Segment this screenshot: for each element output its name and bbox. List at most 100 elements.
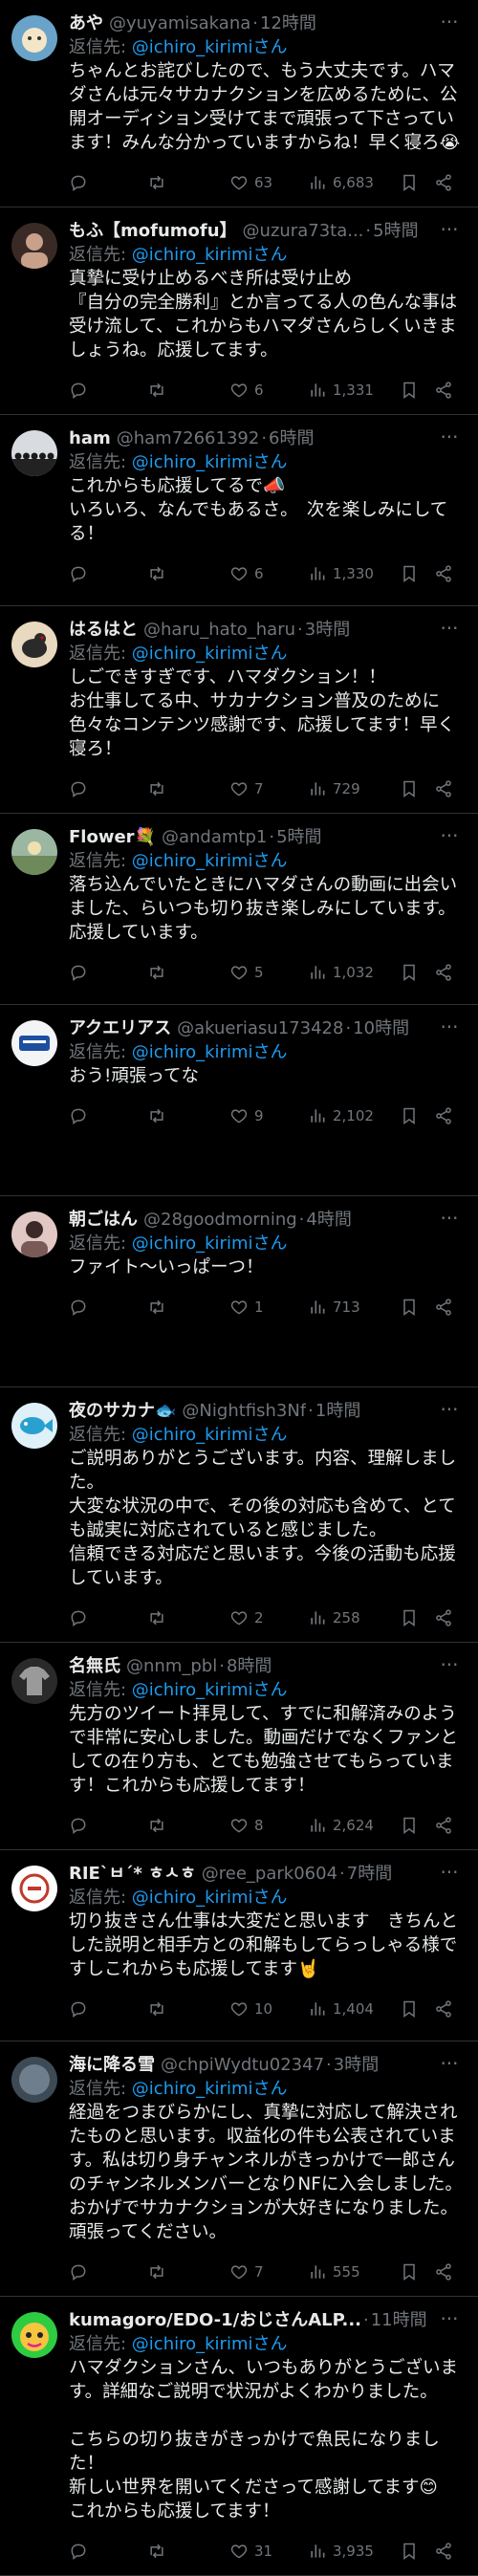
bookmark-button[interactable]	[400, 1816, 434, 1835]
mention-link[interactable]: @ichiro_kirimiさん	[132, 2334, 288, 2354]
avatar[interactable]	[11, 2312, 57, 2358]
like-button[interactable]: 8	[229, 1816, 308, 1835]
repost-button[interactable]	[147, 2262, 229, 2281]
reply-post[interactable]: kumagoro/EDO-1/おじさんALP... · 11時間 ··· 返信先…	[0, 2297, 478, 2576]
avatar[interactable]	[11, 829, 57, 875]
reply-post[interactable]: ham @ham72661392 · 6時間 ··· 返信先: @ichiro_…	[0, 415, 478, 606]
avatar[interactable]	[11, 1212, 57, 1257]
mention-link[interactable]: @ichiro_kirimiさん	[132, 245, 288, 265]
reply-button[interactable]	[69, 963, 147, 982]
avatar[interactable]	[11, 1403, 57, 1449]
mention-link[interactable]: @ichiro_kirimiさん	[132, 37, 288, 57]
views-button[interactable]: 713	[308, 1298, 400, 1317]
like-button[interactable]: 2	[229, 1608, 308, 1627]
mention-link[interactable]: @ichiro_kirimiさん	[132, 1888, 288, 1908]
user-handle[interactable]: @akueriasu173428	[177, 1017, 343, 1040]
share-button[interactable]	[434, 2262, 461, 2281]
share-button[interactable]	[434, 173, 461, 192]
share-button[interactable]	[434, 963, 461, 982]
display-name[interactable]: はるはと	[69, 619, 138, 642]
display-name[interactable]: kumagoro/EDO-1/おじさんALP...	[69, 2309, 361, 2332]
mention-link[interactable]: @ichiro_kirimiさん	[132, 452, 288, 472]
reply-button[interactable]	[69, 2542, 147, 2561]
post-time[interactable]: 12時間	[260, 12, 316, 35]
more-options-icon[interactable]: ···	[436, 2054, 463, 2078]
reply-button[interactable]	[69, 1816, 147, 1835]
post-time[interactable]: 7時間	[347, 1863, 392, 1886]
views-button[interactable]: 555	[308, 2262, 400, 2281]
post-time[interactable]: 11時間	[371, 2309, 427, 2332]
share-button[interactable]	[434, 1608, 461, 1627]
views-button[interactable]: 3,935	[308, 2542, 400, 2561]
avatar[interactable]	[11, 1658, 57, 1704]
views-button[interactable]: 729	[308, 779, 400, 798]
repost-button[interactable]	[147, 1608, 229, 1627]
more-options-icon[interactable]: ···	[436, 220, 463, 244]
bookmark-button[interactable]	[400, 173, 434, 192]
post-time[interactable]: 3時間	[305, 619, 350, 642]
display-name[interactable]: もふ【mofumofu】	[69, 220, 237, 243]
repost-button[interactable]	[147, 1106, 229, 1125]
repost-button[interactable]	[147, 2542, 229, 2561]
mention-link[interactable]: @ichiro_kirimiさん	[132, 1425, 288, 1445]
views-button[interactable]: 1,404	[308, 1999, 400, 2019]
mention-link[interactable]: @ichiro_kirimiさん	[132, 851, 288, 871]
post-time[interactable]: 10時間	[353, 1017, 409, 1040]
display-name[interactable]: 海に降る雪	[69, 2054, 155, 2077]
avatar[interactable]	[11, 1020, 57, 1066]
share-button[interactable]	[434, 1816, 461, 1835]
display-name[interactable]: RIE`ㅂ´* ㅎㅅㅎ	[69, 1863, 196, 1886]
like-button[interactable]: 63	[229, 173, 308, 192]
more-options-icon[interactable]: ···	[436, 1017, 463, 1041]
reply-post[interactable]: 海に降る雪 @chpiWydtu02347 · 3時間 ··· 返信先: @ic…	[0, 2041, 478, 2297]
repost-button[interactable]	[147, 779, 229, 798]
reply-post[interactable]: 夜のサカナ🐟 @Nightfish3Nf · 1時間 ··· 返信先: @ich…	[0, 1387, 478, 1643]
avatar[interactable]	[11, 15, 57, 61]
user-handle[interactable]: @nnm_pbl	[126, 1655, 217, 1678]
reply-post[interactable]: 朝ごはん @28goodmorning · 4時間 ··· 返信先: @ichi…	[0, 1196, 478, 1387]
user-handle[interactable]: @28goodmorning	[143, 1209, 297, 1232]
more-options-icon[interactable]: ···	[436, 826, 463, 850]
repost-button[interactable]	[147, 1298, 229, 1317]
mention-link[interactable]: @ichiro_kirimiさん	[132, 1680, 288, 1700]
more-options-icon[interactable]: ···	[436, 427, 463, 451]
user-handle[interactable]: @Nightfish3Nf	[182, 1400, 306, 1423]
user-handle[interactable]: @ree_park0604	[202, 1863, 337, 1886]
post-time[interactable]: 1時間	[315, 1400, 360, 1423]
user-handle[interactable]: @ham72661392	[117, 427, 260, 450]
avatar[interactable]	[11, 1866, 57, 1911]
reply-button[interactable]	[69, 1298, 147, 1317]
bookmark-button[interactable]	[400, 963, 434, 982]
post-time[interactable]: 5時間	[373, 220, 418, 243]
reply-post[interactable]: はるはと @haru_hato_haru · 3時間 ··· 返信先: @ich…	[0, 606, 478, 814]
like-button[interactable]: 7	[229, 779, 308, 798]
views-button[interactable]: 6,683	[308, 173, 400, 192]
share-button[interactable]	[434, 1999, 461, 2019]
repost-button[interactable]	[147, 381, 229, 400]
views-button[interactable]: 1,032	[308, 963, 400, 982]
repost-button[interactable]	[147, 564, 229, 583]
like-button[interactable]: 7	[229, 2262, 308, 2281]
share-button[interactable]	[434, 1106, 461, 1125]
reply-post[interactable]: 名無氏 @nnm_pbl · 8時間 ··· 返信先: @ichiro_kiri…	[0, 1643, 478, 1850]
more-options-icon[interactable]: ···	[436, 1400, 463, 1424]
reply-button[interactable]	[69, 779, 147, 798]
bookmark-button[interactable]	[400, 564, 434, 583]
share-button[interactable]	[434, 564, 461, 583]
more-options-icon[interactable]: ···	[436, 1209, 463, 1233]
like-button[interactable]: 5	[229, 963, 308, 982]
user-handle[interactable]: @andamtp1	[162, 826, 267, 849]
like-button[interactable]: 6	[229, 564, 308, 583]
views-button[interactable]: 1,331	[308, 381, 400, 400]
repost-button[interactable]	[147, 963, 229, 982]
reply-button[interactable]	[69, 173, 147, 192]
mention-link[interactable]: @ichiro_kirimiさん	[132, 644, 288, 664]
repost-button[interactable]	[147, 173, 229, 192]
like-button[interactable]: 10	[229, 1999, 308, 2019]
user-handle[interactable]: @haru_hato_haru	[143, 619, 295, 642]
avatar[interactable]	[11, 2057, 57, 2103]
share-button[interactable]	[434, 1298, 461, 1317]
views-button[interactable]: 2,102	[308, 1106, 400, 1125]
more-options-icon[interactable]: ···	[436, 1863, 463, 1887]
bookmark-button[interactable]	[400, 381, 434, 400]
